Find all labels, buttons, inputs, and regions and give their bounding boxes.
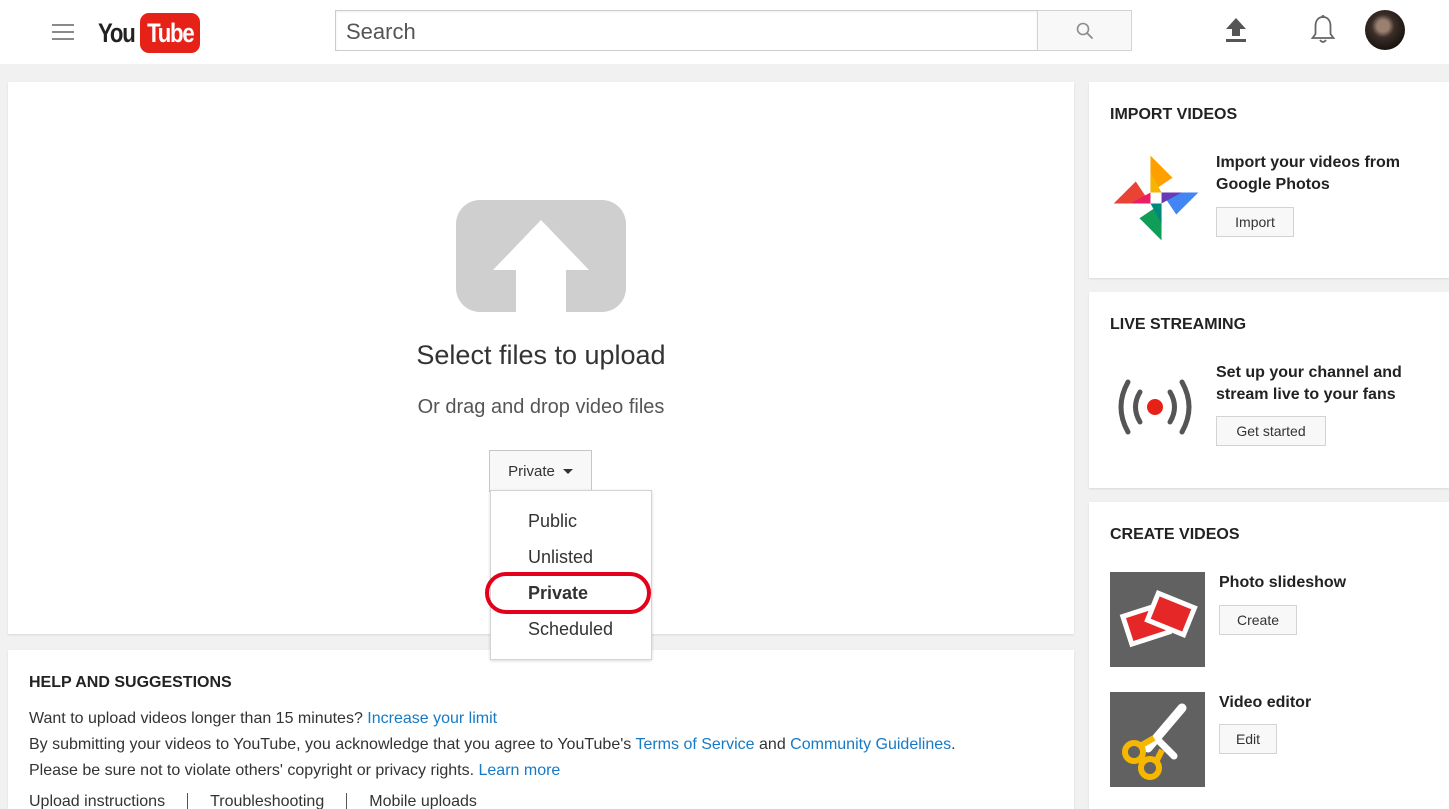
notification-bell-icon[interactable]: [1309, 14, 1337, 46]
annotation-highlight-ring: [485, 572, 651, 614]
live-streaming-card: LIVE STREAMING Set up your channel and s…: [1089, 292, 1449, 488]
import-videos-text: Import your videos from Google Photos: [1216, 154, 1401, 193]
get-started-button[interactable]: Get started: [1216, 416, 1326, 446]
import-button[interactable]: Import: [1216, 207, 1294, 237]
community-guidelines-link[interactable]: Community Guidelines: [790, 736, 951, 753]
privacy-option-public[interactable]: Public: [491, 503, 651, 539]
search-button[interactable]: [1037, 10, 1132, 51]
upload-subtitle: Or drag and drop video files: [417, 396, 665, 418]
privacy-dropdown-button[interactable]: Private: [489, 450, 592, 492]
logo-you-text: You: [98, 17, 136, 48]
help-line-copyright: Please be sure not to violate others' co…: [29, 762, 561, 779]
import-videos-card: IMPORT VIDEOS Import your videos from Go…: [1089, 82, 1449, 278]
terms-of-service-link[interactable]: Terms of Service: [635, 736, 754, 753]
help-line-limit: Want to upload videos longer than 15 min…: [29, 710, 498, 727]
create-videos-title: CREATE VIDEOS: [1110, 526, 1240, 543]
create-videos-card: CREATE VIDEOS Photo slideshow Create Vid…: [1089, 502, 1449, 809]
create-slideshow-button[interactable]: Create: [1219, 605, 1297, 635]
help-links: Upload instructions Troubleshooting Mobi…: [29, 793, 499, 809]
live-broadcast-icon: [1118, 379, 1192, 435]
youtube-logo[interactable]: You Tube: [98, 13, 200, 53]
upload-instructions-link[interactable]: Upload instructions: [29, 793, 187, 809]
privacy-option-scheduled[interactable]: Scheduled: [491, 611, 651, 647]
caret-down-icon: [562, 468, 573, 474]
scissors-icon: [1122, 703, 1187, 780]
help-panel: HELP AND SUGGESTIONS Want to upload vide…: [8, 650, 1074, 809]
photo-slideshow-label: Photo slideshow: [1219, 574, 1347, 591]
video-editor-label: Video editor: [1219, 694, 1312, 711]
guide-menu-icon[interactable]: [52, 22, 74, 42]
upload-title: Select files to upload: [416, 340, 666, 370]
help-title: HELP AND SUGGESTIONS: [29, 674, 232, 691]
privacy-dropdown-label: Private: [508, 462, 555, 480]
help-line-terms: By submitting your videos to YouTube, yo…: [29, 736, 956, 753]
google-photos-icon: [1113, 155, 1199, 241]
privacy-option-unlisted[interactable]: Unlisted: [491, 539, 651, 575]
troubleshooting-link[interactable]: Troubleshooting: [187, 793, 346, 809]
live-streaming-title: LIVE STREAMING: [1110, 316, 1247, 333]
learn-more-link[interactable]: Learn more: [479, 762, 561, 779]
mobile-uploads-link[interactable]: Mobile uploads: [346, 793, 499, 809]
photo-slideshow-thumbnail[interactable]: [1110, 572, 1205, 667]
slideshow-photos-icon: [1119, 589, 1198, 648]
import-videos-title: IMPORT VIDEOS: [1110, 106, 1238, 123]
edit-video-button[interactable]: Edit: [1219, 724, 1277, 754]
search-icon: [1076, 22, 1093, 39]
increase-limit-link[interactable]: Increase your limit: [367, 710, 497, 727]
logo-tube-badge: Tube: [140, 13, 200, 53]
upload-arrow-icon[interactable]: [456, 200, 626, 312]
live-streaming-text: Set up your channel and stream live to y…: [1216, 364, 1402, 403]
masthead: You Tube Search: [0, 0, 1449, 64]
avatar[interactable]: [1365, 10, 1405, 50]
search-input[interactable]: Search: [335, 10, 1038, 51]
upload-icon[interactable]: [1224, 16, 1248, 44]
video-editor-thumbnail[interactable]: [1110, 692, 1205, 787]
